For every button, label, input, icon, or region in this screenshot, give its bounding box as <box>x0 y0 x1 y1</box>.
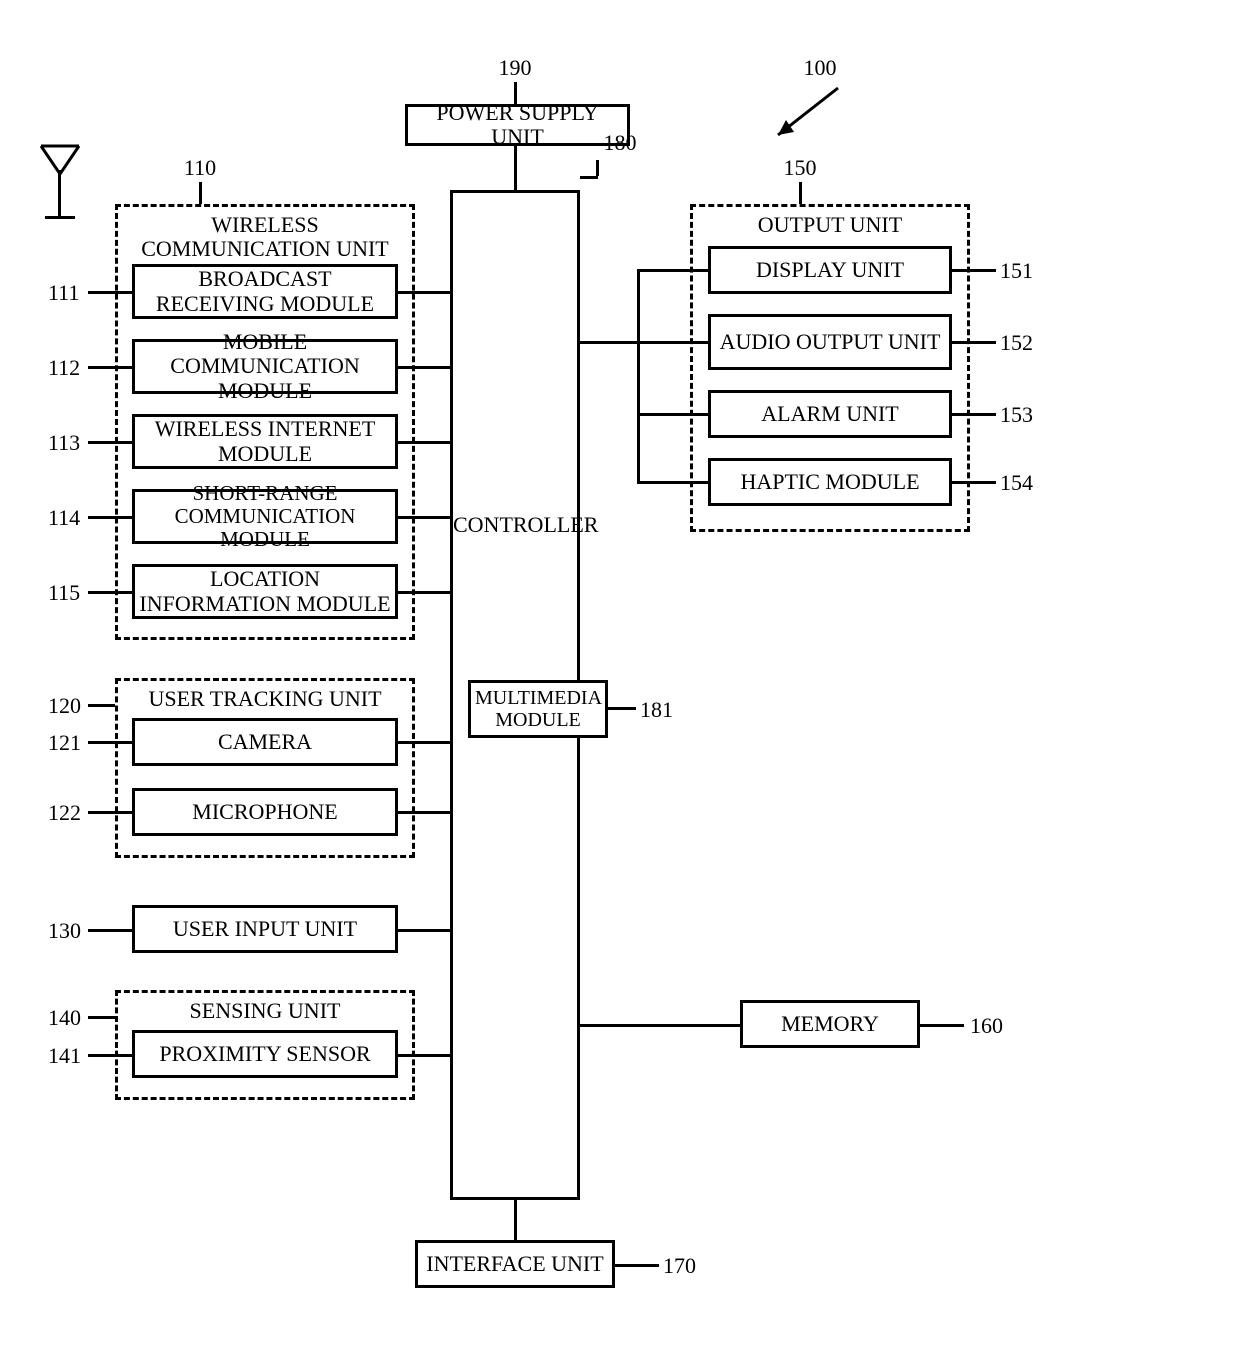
ref-interface: 170 <box>663 1253 696 1279</box>
bus-audio <box>637 341 708 344</box>
ref-power-supply: 190 <box>485 55 545 81</box>
lead-broadcast <box>88 291 132 294</box>
ref-wireless-internet: 113 <box>48 430 80 456</box>
user-tracking-title: USER TRACKING UNIT <box>118 687 412 711</box>
lead-short-range <box>88 516 132 519</box>
lead-memory <box>920 1024 964 1027</box>
ref-device: 100 <box>790 55 850 81</box>
connector-interface <box>514 1200 517 1240</box>
connector-camera <box>398 741 450 744</box>
bus-alarm <box>637 413 708 416</box>
lead-location-info <box>88 591 132 594</box>
microphone: MICROPHONE <box>132 788 398 836</box>
ref-short-range: 114 <box>48 505 80 531</box>
lead-interface <box>615 1264 659 1267</box>
connector-broadcast <box>398 291 450 294</box>
controller-label: CONTROLLER <box>453 513 577 537</box>
bus-output-h <box>580 341 640 344</box>
lead-camera <box>88 741 132 744</box>
ref-output-unit: 150 <box>770 155 830 181</box>
lead-wireless-internet <box>88 441 132 444</box>
ref-mobile-comm: 112 <box>48 355 80 381</box>
haptic-module: HAPTIC MODULE <box>708 458 952 506</box>
wireless-unit-title: WIRELESS COMMUNICATION UNIT <box>118 213 412 261</box>
connector-user-input <box>398 929 450 932</box>
location-information-module: LOCATION INFORMATION MODULE <box>132 564 398 619</box>
ref-alarm: 153 <box>1000 402 1033 428</box>
bus-display <box>637 269 708 272</box>
audio-output-unit: AUDIO OUTPUT UNIT <box>708 314 952 370</box>
ref-display: 151 <box>1000 258 1033 284</box>
leader-wireless-unit <box>199 182 202 204</box>
leader-controller-h <box>580 176 598 179</box>
antenna-icon <box>35 140 85 220</box>
ref-proximity: 141 <box>48 1043 81 1069</box>
ref-camera: 121 <box>48 730 81 756</box>
display-unit: DISPLAY UNIT <box>708 246 952 294</box>
ref-audio-output: 152 <box>1000 330 1033 356</box>
connector-memory <box>580 1024 740 1027</box>
ref-user-tracking: 120 <box>48 693 81 719</box>
lead-microphone <box>88 811 132 814</box>
ref-user-input: 130 <box>48 918 81 944</box>
bus-output-v <box>637 269 640 484</box>
ref-location-info: 115 <box>48 580 80 606</box>
diagram-canvas: 190 POWER SUPPLY UNIT 100 180 CONTROLLER… <box>0 0 1240 1350</box>
connector-mobile-comm <box>398 366 450 369</box>
lead-proximity <box>88 1054 132 1057</box>
connector-short-range <box>398 516 450 519</box>
lead-display <box>952 269 996 272</box>
ref-broadcast: 111 <box>48 280 79 306</box>
lead-alarm <box>952 413 996 416</box>
connector-proximity <box>398 1054 450 1057</box>
short-range-communication-module: SHORT-RANGE COMMUNICATION MODULE <box>132 489 398 544</box>
ref-sensing: 140 <box>48 1005 81 1031</box>
ref-multimedia: 181 <box>640 697 690 723</box>
wireless-internet-module: WIRELESS INTERNET MODULE <box>132 414 398 469</box>
lead-sensing <box>88 1016 115 1019</box>
alarm-unit: ALARM UNIT <box>708 390 952 438</box>
proximity-sensor: PROXIMITY SENSOR <box>132 1030 398 1078</box>
connector-wireless-internet <box>398 441 450 444</box>
lead-haptic <box>952 481 996 484</box>
camera: CAMERA <box>132 718 398 766</box>
mobile-communication-module: MOBILE COMMUNICATION MODULE <box>132 339 398 394</box>
bus-haptic <box>637 481 708 484</box>
sensing-title: SENSING UNIT <box>118 999 412 1023</box>
lead-user-tracking <box>88 704 115 707</box>
leader-output-unit <box>799 182 802 204</box>
lead-user-input <box>88 929 132 932</box>
ref-wireless-unit: 110 <box>170 155 230 181</box>
connector-location-info <box>398 591 450 594</box>
leader-controller-v <box>596 160 599 176</box>
device-arrow-icon <box>760 80 850 155</box>
lead-audio-output <box>952 341 996 344</box>
broadcast-receiving-module: BROADCAST RECEIVING MODULE <box>132 264 398 319</box>
ref-memory: 160 <box>970 1013 1003 1039</box>
ref-controller: 180 <box>595 130 645 156</box>
leader-multimedia <box>608 707 636 710</box>
connector-microphone <box>398 811 450 814</box>
ref-haptic: 154 <box>1000 470 1033 496</box>
ref-microphone: 122 <box>48 800 81 826</box>
memory: MEMORY <box>740 1000 920 1048</box>
multimedia-module: MULTIMEDIA MODULE <box>468 680 608 738</box>
connector-power-controller <box>514 146 517 190</box>
user-input-unit: USER INPUT UNIT <box>132 905 398 953</box>
interface-unit: INTERFACE UNIT <box>415 1240 615 1288</box>
output-unit-title: OUTPUT UNIT <box>693 213 967 237</box>
lead-mobile-comm <box>88 366 132 369</box>
